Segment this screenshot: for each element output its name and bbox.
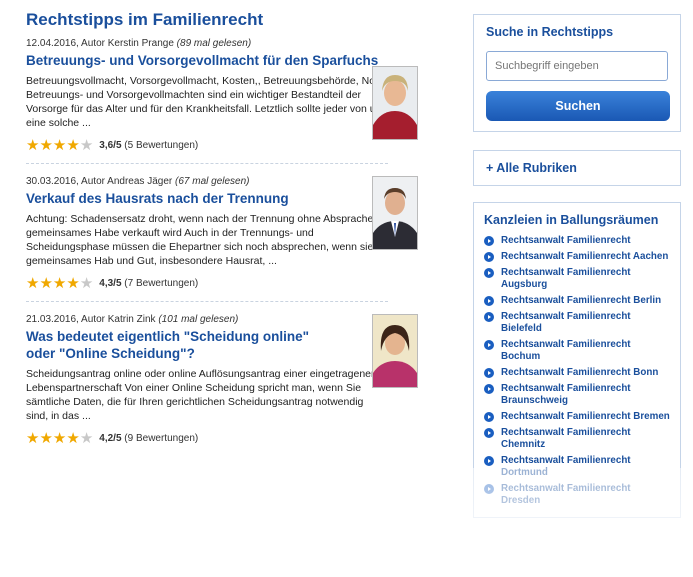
list-item[interactable]: Rechtsanwalt Familienrecht Bielefeld bbox=[484, 311, 672, 335]
play-circle-icon bbox=[484, 428, 494, 438]
search-title: Suche in Rechtstipps bbox=[486, 25, 614, 39]
law-firm-link[interactable]: Rechtsanwalt Familienrecht Berlin bbox=[501, 295, 661, 307]
star-icon[interactable]: ★ bbox=[39, 138, 52, 153]
star-icon[interactable]: ★ bbox=[26, 138, 39, 153]
article-title-link[interactable]: Betreuungs- und Vorsorgevollmacht für de… bbox=[26, 52, 386, 69]
star-icon[interactable]: ★ bbox=[53, 431, 66, 446]
star-icon[interactable]: ★ bbox=[26, 431, 39, 446]
star-icon[interactable]: ★ bbox=[53, 276, 66, 291]
article-1: 12.04.2016, Autor Kerstin Prange (89 mal… bbox=[26, 30, 418, 153]
law-firms-list: Rechtsanwalt Familienrecht Rechtsanwalt … bbox=[484, 235, 672, 507]
play-circle-icon bbox=[484, 340, 494, 350]
law-firm-link[interactable]: Rechtsanwalt Familienrecht Braunschweig bbox=[501, 383, 672, 407]
article-3: 21.03.2016, Autor Katrin Zink (101 mal g… bbox=[26, 301, 418, 446]
star-icon[interactable]: ★ bbox=[53, 138, 66, 153]
article-meta: 30.03.2016, Autor Andreas Jäger (67 mal … bbox=[26, 176, 388, 187]
law-firm-link[interactable]: Rechtsanwalt Familienrecht Bielefeld bbox=[501, 311, 672, 335]
play-circle-icon bbox=[484, 296, 494, 306]
author-photo bbox=[372, 176, 418, 250]
play-circle-icon bbox=[484, 484, 494, 494]
article-date-author: 12.04.2016, Autor Kerstin Prange bbox=[26, 38, 174, 49]
all-categories-toggle[interactable]: + Alle Rubriken bbox=[473, 150, 681, 186]
page: Rechtstipps im Familienrecht 12.04.2016,… bbox=[0, 0, 693, 577]
article-rating: ★ ★ ★ ★ ★ 4,2/5 (9 Bewertungen) bbox=[26, 431, 388, 446]
list-item[interactable]: Rechtsanwalt Familienrecht Augsburg bbox=[484, 267, 672, 291]
articles-column: Rechtstipps im Familienrecht 12.04.2016,… bbox=[26, 10, 418, 446]
rating-value: 4,2/5 bbox=[99, 433, 122, 444]
article-title-link[interactable]: Was bedeutet eigentlich "Scheidung onlin… bbox=[26, 328, 326, 362]
list-item[interactable]: Rechtsanwalt Familienrecht Braunschweig bbox=[484, 383, 672, 407]
rating-count: (5 Bewertungen) bbox=[124, 140, 199, 151]
play-circle-icon bbox=[484, 368, 494, 378]
article-reads: (89 mal gelesen) bbox=[176, 38, 252, 49]
star-rating[interactable]: ★ ★ ★ ★ ★ bbox=[26, 138, 93, 153]
article-meta: 21.03.2016, Autor Katrin Zink (101 mal g… bbox=[26, 314, 388, 325]
list-item[interactable]: Rechtsanwalt Familienrecht Berlin bbox=[484, 295, 672, 307]
star-icon[interactable]: ★ bbox=[39, 276, 52, 291]
list-item[interactable]: Rechtsanwalt Familienrecht bbox=[484, 235, 672, 247]
list-item[interactable]: Rechtsanwalt Familienrecht Bonn bbox=[484, 367, 672, 379]
search-input[interactable] bbox=[486, 51, 668, 81]
play-circle-icon bbox=[484, 236, 494, 246]
list-item[interactable]: Rechtsanwalt Familienrecht Dortmund bbox=[484, 455, 672, 479]
star-icon[interactable]: ★ bbox=[26, 276, 39, 291]
law-firm-link[interactable]: Rechtsanwalt Familienrecht Augsburg bbox=[501, 267, 672, 291]
article-rating: ★ ★ ★ ★ ★ 4,3/5 (7 Bewertungen) bbox=[26, 276, 388, 291]
article-date-author: 30.03.2016, Autor Andreas Jäger bbox=[26, 176, 173, 187]
law-firm-link[interactable]: Rechtsanwalt Familienrecht bbox=[501, 235, 631, 247]
law-firm-link[interactable]: Rechtsanwalt Familienrecht Bochum bbox=[501, 339, 672, 363]
star-icon[interactable]: ★ bbox=[66, 138, 79, 153]
star-rating[interactable]: ★ ★ ★ ★ ★ bbox=[26, 276, 93, 291]
law-firm-link[interactable]: Rechtsanwalt Familienrecht Aachen bbox=[501, 251, 668, 263]
rating-count: (7 Bewertungen) bbox=[124, 278, 199, 289]
law-firm-link[interactable]: Rechtsanwalt Familienrecht Dortmund bbox=[501, 455, 672, 479]
rating-value: 4,3/5 bbox=[99, 278, 122, 289]
author-photo bbox=[372, 314, 418, 388]
play-circle-icon bbox=[484, 412, 494, 422]
play-circle-icon bbox=[484, 268, 494, 278]
article-title-link[interactable]: Verkauf des Hausrats nach der Trennung bbox=[26, 190, 386, 207]
law-firm-link[interactable]: Rechtsanwalt Familienrecht Bonn bbox=[501, 367, 658, 379]
law-firms-box: Kanzleien in Ballungsräumen Rechtsanwalt… bbox=[473, 202, 681, 518]
list-item[interactable]: Rechtsanwalt Familienrecht Dresden bbox=[484, 483, 672, 507]
star-icon[interactable]: ★ bbox=[66, 431, 79, 446]
play-circle-icon bbox=[484, 312, 494, 322]
all-categories-label: + Alle Rubriken bbox=[486, 161, 577, 175]
article-excerpt: Betreuungsvollmacht, Vorsorgevollmacht, … bbox=[26, 75, 388, 129]
play-circle-icon bbox=[484, 252, 494, 262]
list-item[interactable]: Rechtsanwalt Familienrecht Aachen bbox=[484, 251, 672, 263]
article-rating: ★ ★ ★ ★ ★ 3,6/5 (5 Bewertungen) bbox=[26, 138, 388, 153]
play-circle-icon bbox=[484, 456, 494, 466]
star-icon[interactable]: ★ bbox=[39, 431, 52, 446]
article-reads: (67 mal gelesen) bbox=[175, 176, 250, 187]
rating-count: (9 Bewertungen) bbox=[124, 433, 199, 444]
law-firms-title: Kanzleien in Ballungsräumen bbox=[484, 213, 659, 227]
search-button[interactable]: Suchen bbox=[486, 91, 670, 121]
star-icon[interactable]: ★ bbox=[80, 431, 93, 446]
law-firm-link[interactable]: Rechtsanwalt Familienrecht Dresden bbox=[501, 483, 672, 507]
article-date-author: 21.03.2016, Autor Katrin Zink bbox=[26, 314, 156, 325]
article-excerpt: Achtung: Schadensersatz droht, wenn nach… bbox=[26, 213, 374, 267]
search-box: Suche in Rechtstipps Suchen bbox=[473, 14, 681, 132]
star-rating[interactable]: ★ ★ ★ ★ ★ bbox=[26, 431, 93, 446]
star-icon[interactable]: ★ bbox=[80, 138, 93, 153]
star-icon[interactable]: ★ bbox=[80, 276, 93, 291]
rating-value: 3,6/5 bbox=[99, 140, 122, 151]
sidebar: Suche in Rechtstipps Suchen + Alle Rubri… bbox=[473, 14, 681, 518]
list-item[interactable]: Rechtsanwalt Familienrecht Bremen bbox=[484, 411, 672, 423]
article-2: 30.03.2016, Autor Andreas Jäger (67 mal … bbox=[26, 163, 418, 291]
article-excerpt: Scheidungsantrag online oder online Aufl… bbox=[26, 368, 377, 422]
list-item[interactable]: Rechtsanwalt Familienrecht Chemnitz bbox=[484, 427, 672, 451]
page-title: Rechtstipps im Familienrecht bbox=[26, 10, 264, 29]
play-circle-icon bbox=[484, 384, 494, 394]
author-photo bbox=[372, 66, 418, 140]
law-firm-link[interactable]: Rechtsanwalt Familienrecht Chemnitz bbox=[501, 427, 672, 451]
article-reads: (101 mal gelesen) bbox=[158, 314, 239, 325]
law-firm-link[interactable]: Rechtsanwalt Familienrecht Bremen bbox=[501, 411, 670, 423]
star-icon[interactable]: ★ bbox=[66, 276, 79, 291]
list-item[interactable]: Rechtsanwalt Familienrecht Bochum bbox=[484, 339, 672, 363]
article-meta: 12.04.2016, Autor Kerstin Prange (89 mal… bbox=[26, 38, 388, 49]
